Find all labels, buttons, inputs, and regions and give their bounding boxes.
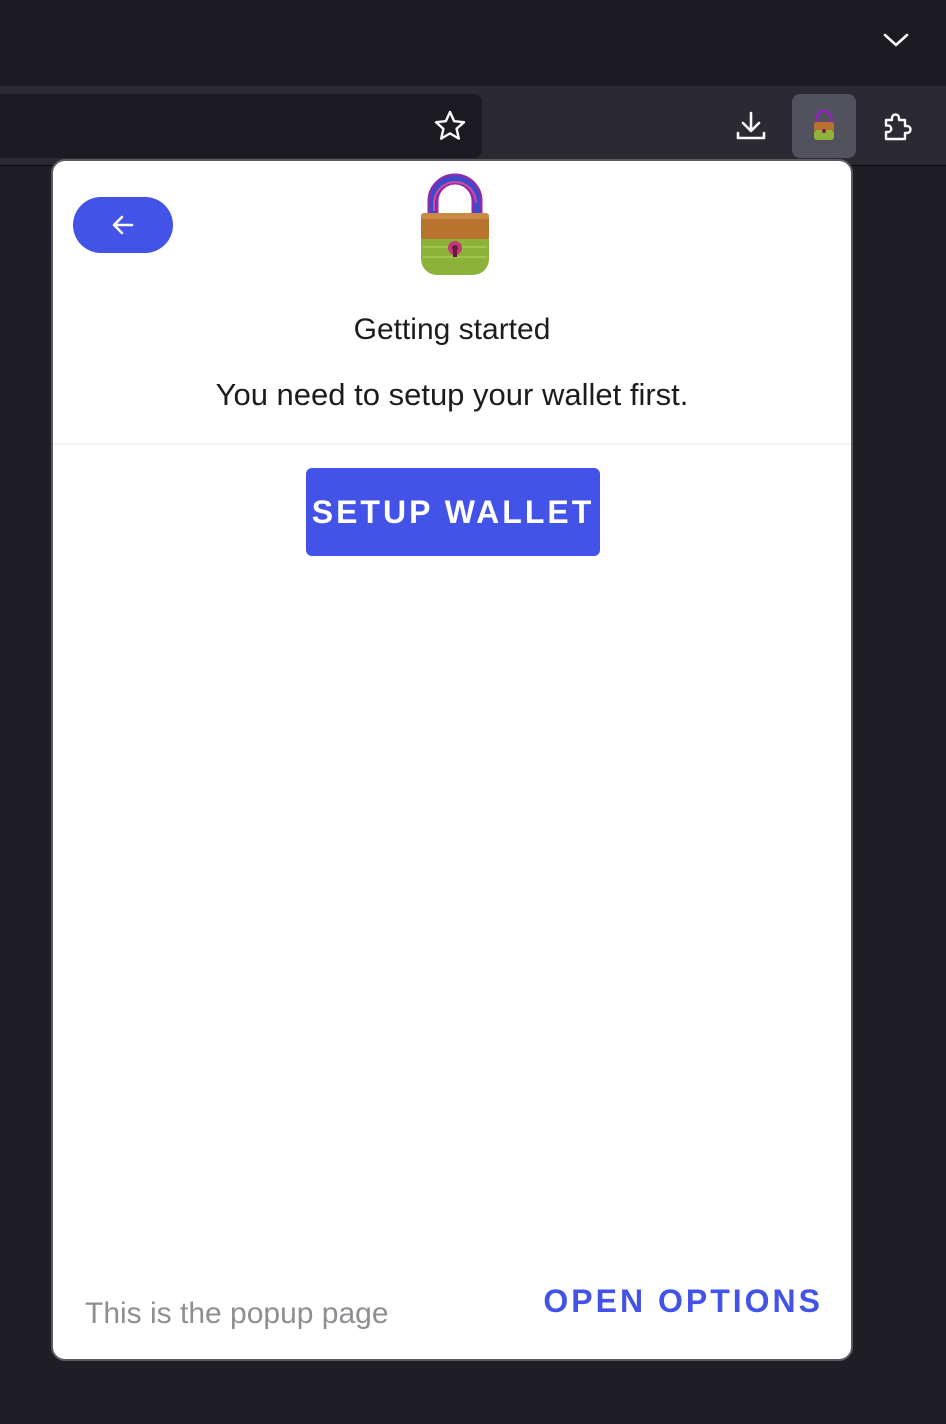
star-icon (434, 110, 466, 140)
bookmark-star-button[interactable] (424, 100, 476, 152)
arrow-left-icon (112, 215, 134, 235)
tab-list-button[interactable] (866, 12, 926, 68)
page-subtitle: You need to setup your wallet first. (215, 377, 689, 412)
puzzle-icon (884, 113, 912, 141)
back-button[interactable] (73, 197, 173, 253)
divider (53, 443, 851, 445)
url-bar[interactable] (0, 94, 482, 158)
chevron-down-icon (883, 33, 909, 47)
extension-popup: Getting started You need to setup your w… (51, 159, 853, 1361)
wallet-extension-button[interactable] (792, 94, 856, 158)
nav-toolbar (0, 86, 946, 166)
downloads-button[interactable] (719, 94, 783, 158)
tab-strip (0, 0, 946, 86)
page-title: Getting started (353, 313, 551, 346)
extensions-button[interactable] (865, 94, 929, 158)
footer-text: This is the popup page (85, 1297, 389, 1330)
open-options-link[interactable]: OPEN OPTIONS (533, 1283, 823, 1320)
download-icon (736, 111, 766, 140)
setup-wallet-button[interactable]: SETUP WALLET (306, 468, 600, 556)
wallet-lock-icon (814, 109, 834, 140)
padlock-logo (421, 173, 489, 275)
